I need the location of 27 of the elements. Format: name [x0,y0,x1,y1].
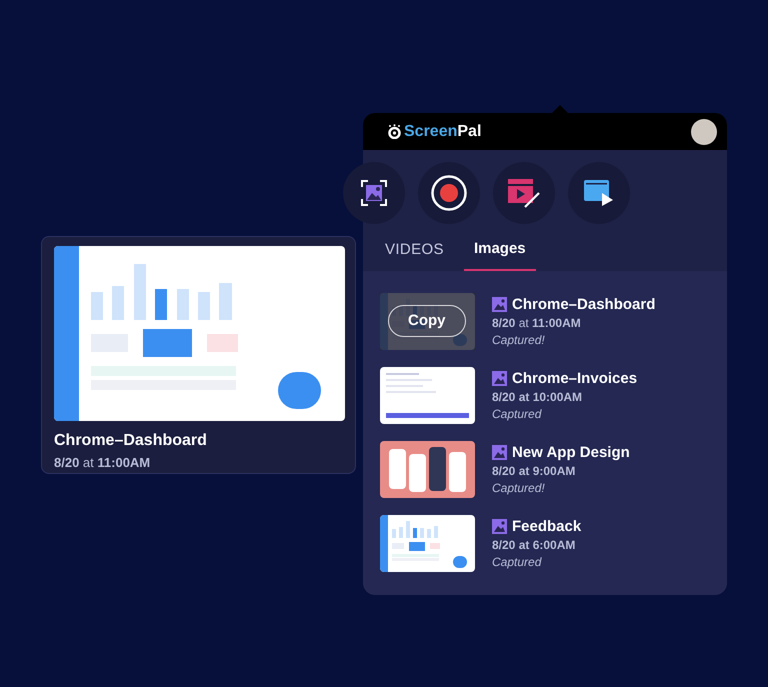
brand-name: ScreenPal [404,122,482,142]
capture-date: 8/20 at 11:00AM [54,454,152,472]
image-icon [492,371,507,386]
image-title[interactable]: Chrome–Dashboard [512,296,656,314]
image-title[interactable]: Feedback [512,518,582,536]
video-editor-icon [507,178,541,208]
logo-icon [387,124,402,139]
tab[interactable]: VIDEOS [383,238,446,270]
image-icon [492,519,507,534]
video-player-icon [583,179,615,207]
screenshot-icon [361,180,387,206]
capture-status: Captured! [492,480,546,496]
image-title: Chrome–Dashboard [54,431,208,451]
capture-date: 8/20 at 10:00AM [492,388,584,406]
image-title[interactable]: New App Design [512,444,630,462]
capture-date: 8/20 at 6:00AM [492,536,576,554]
capture-status: Captured! [492,332,546,348]
copy-button[interactable]: Copy [388,304,466,338]
capture-date: 8/20 at 9:00AM [492,462,576,480]
image-title[interactable]: Chrome–Invoices [512,370,638,388]
capture-status: Captured [492,554,543,570]
capture-date: 8/20 at 11:00AM [492,314,582,332]
image-icon [492,297,507,312]
image-icon [492,445,507,460]
record-icon [431,175,467,211]
capture-status: Captured [492,406,543,422]
avatar[interactable] [691,118,717,144]
